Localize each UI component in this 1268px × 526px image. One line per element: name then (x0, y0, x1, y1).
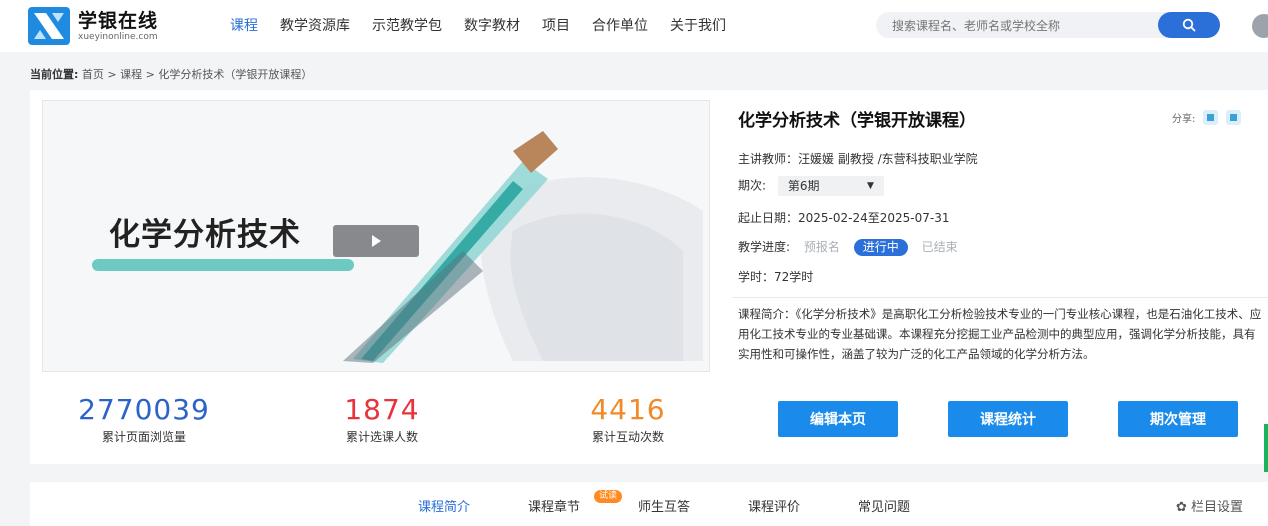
video-play-button[interactable] (333, 225, 419, 257)
course-overview-card: 化学分析技术 2770039 累计页面浏览量 1874 累计选课人数 4416 … (30, 90, 1268, 464)
share-bar: 分享: (1172, 110, 1242, 125)
tab-course-chapters[interactable]: 课程章节 (528, 496, 580, 515)
tab-qa[interactable]: 师生互答 (638, 496, 690, 515)
share-wechat-icon[interactable] (1226, 110, 1242, 125)
nav-item-partners[interactable]: 合作单位 (592, 15, 648, 35)
tab-course-reviews[interactable]: 课程评价 (748, 496, 800, 515)
search-button[interactable] (1158, 12, 1220, 38)
search-icon (1182, 18, 1196, 32)
logo-icon (28, 7, 70, 45)
stat-page-views-label: 累计页面浏览量 (101, 430, 186, 444)
nav-item-demo-packages[interactable]: 示范教学包 (372, 15, 442, 35)
course-tab-bar: 课程简介 课程章节 试读 师生互答 课程评价 常见问题 ✿ 栏目设置 (30, 482, 1268, 526)
breadcrumb-path[interactable]: 首页 > 课程 > 化学分析技术（学银开放课程） (82, 68, 312, 81)
trial-badge: 试读 (594, 490, 623, 503)
course-statistics-button[interactable]: 课程统计 (948, 401, 1068, 437)
course-stats: 2770039 累计页面浏览量 1874 累计选课人数 4416 累计互动次数 (42, 394, 708, 454)
stat-page-views: 2770039 累计页面浏览量 (44, 394, 244, 445)
progress-pre-registration: 预报名 (803, 240, 840, 254)
progress-label: 教学进度: (738, 240, 791, 254)
title-underline-decoration (92, 259, 354, 271)
share-qzone-icon[interactable] (1203, 110, 1219, 125)
side-float-tab[interactable] (1264, 424, 1268, 472)
tab-faq[interactable]: 常见问题 (858, 496, 910, 515)
search-input[interactable] (890, 16, 1144, 36)
breadcrumb: 当前位置: 首页 > 课程 > 化学分析技术（学银开放课程） (30, 66, 312, 82)
top-navigation-bar: 学银在线 xueyinonline.com 课程 教学资源库 示范教学包 数字教… (0, 0, 1268, 52)
caret-down-icon: ▼ (866, 181, 874, 191)
term-select-value: 第6期 (787, 179, 820, 193)
edit-page-button[interactable]: 编辑本页 (778, 401, 898, 437)
info-divider (732, 297, 1268, 298)
course-dates: 起止日期：2025-02-24至2025-07-31 (738, 211, 950, 225)
term-select[interactable]: 第6期 ▼ (777, 176, 884, 196)
stat-interactions-value: 4416 (590, 393, 666, 426)
gear-icon: ✿ (1176, 500, 1187, 515)
course-teacher: 主讲教师：汪媛媛 副教授 /东营科技职业学院 (738, 152, 978, 166)
progress-in-progress-badge: 进行中 (853, 239, 908, 256)
column-settings-label: 栏目设置 (1191, 500, 1244, 515)
tab-course-intro[interactable]: 课程简介 (418, 496, 470, 515)
course-hours: 学时：72学时 (738, 270, 814, 284)
term-row: 期次: 第6期 ▼ (738, 176, 884, 196)
progress-ended: 已结束 (921, 240, 958, 254)
stat-interactions-label: 累计互动次数 (591, 430, 664, 444)
course-intro: 课程简介：《化学分析技术》是高职化工分析检验技术专业的一门专业核心课程，也是石油… (738, 307, 1262, 361)
stat-interactions: 4416 累计互动次数 (528, 394, 728, 445)
nav-item-courses[interactable]: 课程 (230, 15, 258, 35)
stat-enrollments: 1874 累计选课人数 (282, 394, 482, 445)
stat-enrollments-value: 1874 (344, 393, 420, 426)
teaching-progress: 教学进度: 预报名 进行中 已结束 (738, 238, 968, 256)
site-logo[interactable]: 学银在线 xueyinonline.com (28, 7, 158, 45)
video-overlay-title: 化学分析技术 (109, 217, 301, 253)
nav-item-about-us[interactable]: 关于我们 (670, 15, 726, 35)
column-settings-button[interactable]: ✿ 栏目设置 (1176, 496, 1243, 515)
term-label: 期次: (738, 178, 767, 193)
play-icon (372, 235, 381, 247)
search-box (876, 12, 1220, 38)
logo-subtitle: xueyinonline.com (78, 31, 158, 42)
logo-title: 学银在线 (78, 9, 159, 32)
term-management-button[interactable]: 期次管理 (1118, 401, 1238, 437)
user-avatar[interactable] (1252, 14, 1268, 38)
nav-item-resource-library[interactable]: 教学资源库 (280, 15, 350, 35)
nav-item-projects[interactable]: 项目 (542, 15, 570, 35)
breadcrumb-label: 当前位置: (30, 68, 79, 81)
share-label: 分享: (1172, 114, 1196, 125)
course-title: 化学分析技术（学银开放课程） (738, 111, 976, 131)
stat-page-views-value: 2770039 (78, 393, 210, 426)
nav-item-digital-textbooks[interactable]: 数字教材 (464, 15, 520, 35)
course-video-cover[interactable]: 化学分析技术 (42, 100, 710, 372)
main-nav: 课程 教学资源库 示范教学包 数字教材 项目 合作单位 关于我们 (230, 15, 748, 35)
stat-enrollments-label: 累计选课人数 (345, 430, 418, 444)
